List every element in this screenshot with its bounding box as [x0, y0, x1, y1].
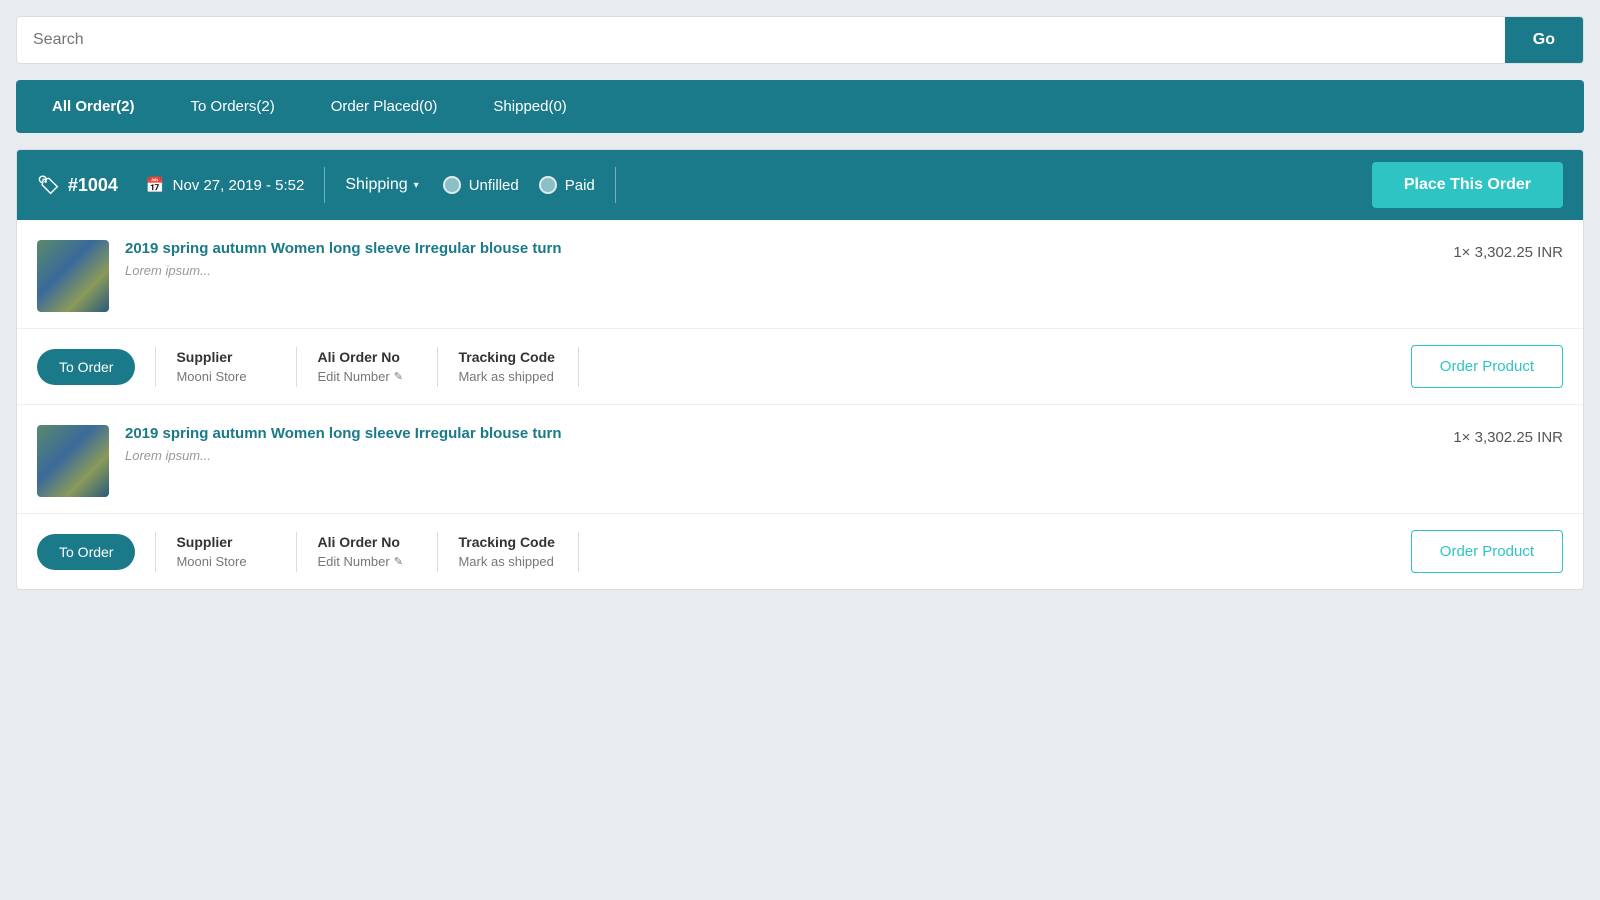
supplier-label-2: Supplier — [176, 534, 276, 550]
unfilled-dot — [443, 176, 461, 194]
ali-order-value-1[interactable]: Edit Number ✎ — [317, 369, 417, 384]
product-row-2: 2019 spring autumn Women long sleeve Irr… — [17, 405, 1583, 514]
tab-all-orders[interactable]: All Order(2) — [24, 80, 163, 133]
ali-order-label-1: Ali Order No — [317, 349, 417, 365]
tab-to-orders[interactable]: To Orders(2) — [163, 80, 303, 133]
order-date: Nov 27, 2019 - 5:52 — [173, 177, 305, 194]
status-unfilled: Unfilled — [443, 176, 519, 194]
action-row-1: To Order Supplier Mooni Store Ali Order … — [17, 329, 1583, 404]
product-title-2[interactable]: 2019 spring autumn Women long sleeve Irr… — [125, 425, 1413, 442]
order-product-button-1[interactable]: Order Product — [1411, 345, 1563, 388]
ali-order-label-2: Ali Order No — [317, 534, 417, 550]
action-divider-1a — [155, 347, 156, 387]
calendar-icon: 📅 — [146, 176, 165, 194]
product-price-1: 1× 3,302.25 INR — [1453, 240, 1563, 261]
ali-order-col-2: Ali Order No Edit Number ✎ — [317, 534, 417, 569]
paid-dot — [539, 176, 557, 194]
action-divider-2c — [437, 532, 438, 572]
status-section: Unfilled Paid — [443, 176, 595, 194]
order-date-section: 📅 Nov 27, 2019 - 5:52 — [146, 176, 304, 194]
tracking-value-2[interactable]: Mark as shipped — [458, 554, 558, 569]
header-divider-2 — [615, 167, 616, 203]
search-input[interactable] — [17, 17, 1505, 63]
action-divider-1d — [578, 347, 579, 387]
search-bar: Go — [16, 16, 1584, 64]
product-qty-2: 1× — [1453, 429, 1470, 446]
order-id-section: 🏷 #1004 — [37, 175, 118, 196]
product-desc-1: Lorem ipsum... — [125, 263, 1413, 278]
supplier-value-2: Mooni Store — [176, 554, 276, 569]
action-divider-1c — [437, 347, 438, 387]
action-row-2: To Order Supplier Mooni Store Ali Order … — [17, 514, 1583, 589]
product-price-value-1: 3,302.25 INR — [1475, 244, 1563, 261]
supplier-value-1: Mooni Store — [176, 369, 276, 384]
action-divider-2b — [296, 532, 297, 572]
unfilled-label: Unfilled — [469, 177, 519, 194]
ali-order-value-2[interactable]: Edit Number ✎ — [317, 554, 417, 569]
product-price-2: 1× 3,302.25 INR — [1453, 425, 1563, 446]
product-qty-1: 1× — [1453, 244, 1470, 261]
paid-label: Paid — [565, 177, 595, 194]
supplier-col-1: Supplier Mooni Store — [176, 349, 276, 384]
product-image-2 — [37, 425, 109, 497]
search-button[interactable]: Go — [1505, 17, 1583, 63]
chevron-down-icon: ▾ — [414, 180, 419, 191]
place-order-button[interactable]: Place This Order — [1372, 162, 1563, 208]
header-divider-1 — [324, 167, 325, 203]
tracking-label-2: Tracking Code — [458, 534, 558, 550]
edit-icon-2: ✎ — [394, 555, 403, 568]
ali-order-col-1: Ali Order No Edit Number ✎ — [317, 349, 417, 384]
product-price-value-2: 3,302.25 INR — [1475, 429, 1563, 446]
order-card: 🏷 #1004 📅 Nov 27, 2019 - 5:52 Shipping ▾… — [16, 149, 1584, 590]
action-divider-1b — [296, 347, 297, 387]
tag-icon: 🏷 — [37, 175, 60, 196]
tab-shipped[interactable]: Shipped(0) — [465, 80, 594, 133]
tracking-label-1: Tracking Code — [458, 349, 558, 365]
to-order-button-2[interactable]: To Order — [37, 534, 135, 570]
status-paid: Paid — [539, 176, 595, 194]
product-image-placeholder-2 — [37, 425, 109, 497]
supplier-col-2: Supplier Mooni Store — [176, 534, 276, 569]
product-info-2: 2019 spring autumn Women long sleeve Irr… — [125, 425, 1413, 463]
tracking-col-1: Tracking Code Mark as shipped — [458, 349, 558, 384]
tab-order-placed[interactable]: Order Placed(0) — [303, 80, 466, 133]
action-divider-2a — [155, 532, 156, 572]
supplier-label-1: Supplier — [176, 349, 276, 365]
product-info-1: 2019 spring autumn Women long sleeve Irr… — [125, 240, 1413, 278]
edit-icon-1: ✎ — [394, 370, 403, 383]
product-image-1 — [37, 240, 109, 312]
tracking-col-2: Tracking Code Mark as shipped — [458, 534, 558, 569]
order-product-button-2[interactable]: Order Product — [1411, 530, 1563, 573]
product-title-1[interactable]: 2019 spring autumn Women long sleeve Irr… — [125, 240, 1413, 257]
shipping-label: Shipping — [345, 176, 407, 194]
shipping-dropdown[interactable]: Shipping ▾ — [345, 176, 418, 194]
product-row-1: 2019 spring autumn Women long sleeve Irr… — [17, 220, 1583, 329]
tab-bar: All Order(2) To Orders(2) Order Placed(0… — [16, 80, 1584, 133]
tracking-value-1[interactable]: Mark as shipped — [458, 369, 558, 384]
order-id: #1004 — [68, 175, 118, 196]
action-divider-2d — [578, 532, 579, 572]
product-image-placeholder-1 — [37, 240, 109, 312]
order-header: 🏷 #1004 📅 Nov 27, 2019 - 5:52 Shipping ▾… — [17, 150, 1583, 220]
product-desc-2: Lorem ipsum... — [125, 448, 1413, 463]
to-order-button-1[interactable]: To Order — [37, 349, 135, 385]
